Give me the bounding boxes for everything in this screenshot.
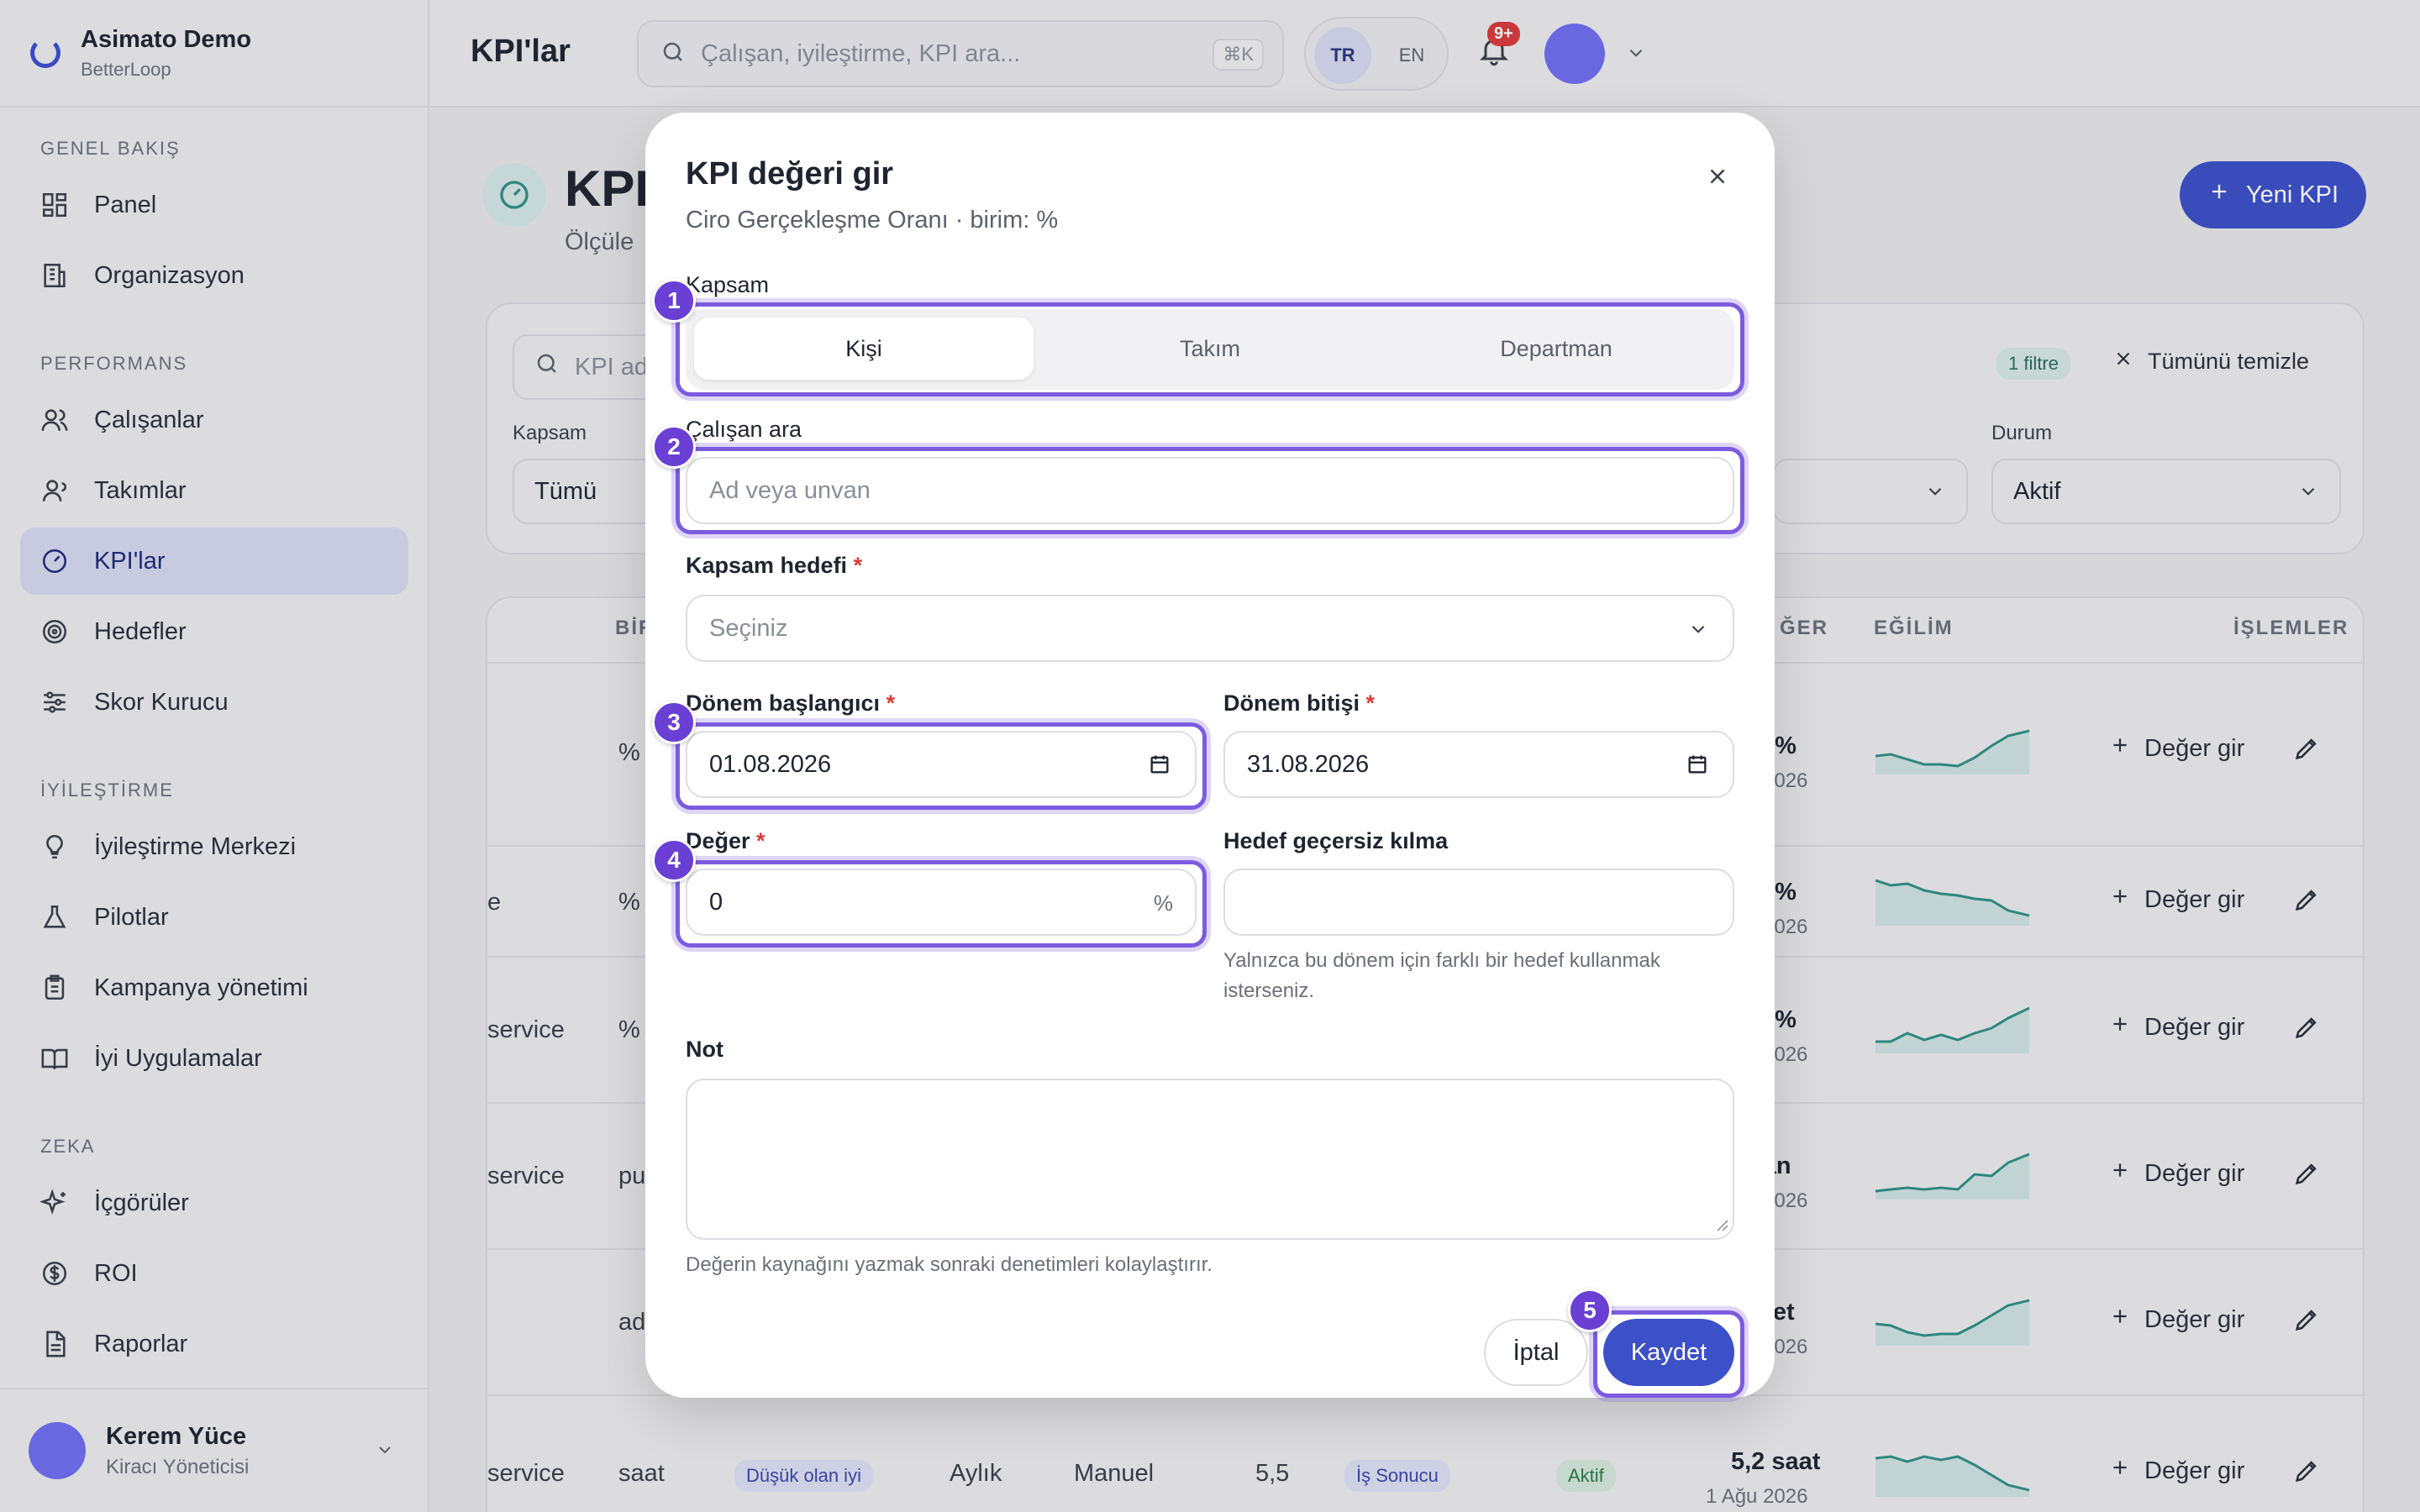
scope-option-department[interactable]: Departman [1386,318,1726,380]
close-icon[interactable] [1701,160,1734,193]
employee-search-label: Çalışan ara [686,417,802,442]
required-mark: * [853,553,863,578]
chevron-down-icon [1687,618,1709,647]
employee-search-placeholder: Ad veya unvan [709,476,871,504]
required-mark: * [756,828,765,853]
cancel-button[interactable]: İptal [1484,1319,1588,1386]
step-badge-2: 2 [652,425,696,469]
scope-option-team[interactable]: Takım [1040,318,1380,380]
target-override-input[interactable] [1223,869,1734,936]
period-start-label-text: Dönem başlangıcı [686,690,881,716]
period-end-value: 31.08.2026 [1247,750,1370,778]
step-badge-4: 4 [652,838,696,882]
value-label: Değer * [686,828,765,854]
note-textarea[interactable] [686,1079,1734,1240]
value-label-text: Değer [686,828,750,853]
employee-search-input[interactable]: Ad veya unvan [686,457,1734,524]
note-label: Not [686,1037,723,1062]
period-start-input[interactable]: 01.08.2026 [686,731,1197,798]
period-start-value: 01.08.2026 [709,750,832,778]
value-input-value: 0 [709,888,723,916]
scope-option-person[interactable]: Kişi [694,318,1034,380]
target-override-label: Hedef geçersiz kılma [1223,828,1449,853]
step-badge-3: 3 [652,701,696,744]
calendar-icon[interactable] [1686,753,1709,783]
resize-handle-icon[interactable] [1714,1217,1729,1236]
value-unit: % [1153,890,1173,916]
save-button[interactable]: Kaydet [1603,1319,1734,1386]
required-mark: * [1365,690,1376,716]
scope-target-select[interactable]: Seçiniz [686,595,1734,662]
dialog-subtitle: Ciro Gerçekleşme Oranı · birim: % [686,207,1059,234]
target-override-help: Yalnızca bu dönem için farklı bir hedef … [1223,949,1660,1002]
kpi-value-dialog: KPI değeri gir Ciro Gerçekleşme Oranı · … [645,113,1775,1398]
scope-target-label: Kapsam hedefi * [686,553,862,579]
required-mark: * [886,690,896,716]
scope-label: Kapsam [686,272,770,297]
note-help: Değerin kaynağını yazmak sonraki denetim… [686,1253,1213,1276]
scope-segmented-control: Kişi Takım Departman [686,309,1734,390]
value-input[interactable]: 0 % [686,869,1197,936]
dialog-title: KPI değeri gir [686,156,894,192]
scope-target-label-text: Kapsam hedefi [686,553,848,578]
period-start-label: Dönem başlangıcı * [686,690,895,717]
period-end-input[interactable]: 31.08.2026 [1223,731,1734,798]
period-end-label-text: Dönem bitişi [1223,690,1360,716]
step-badge-1: 1 [652,279,696,323]
calendar-icon[interactable] [1148,753,1171,783]
period-end-label: Dönem bitişi * [1223,690,1375,717]
scope-target-placeholder: Seçiniz [709,614,788,642]
step-badge-5: 5 [1568,1289,1612,1332]
